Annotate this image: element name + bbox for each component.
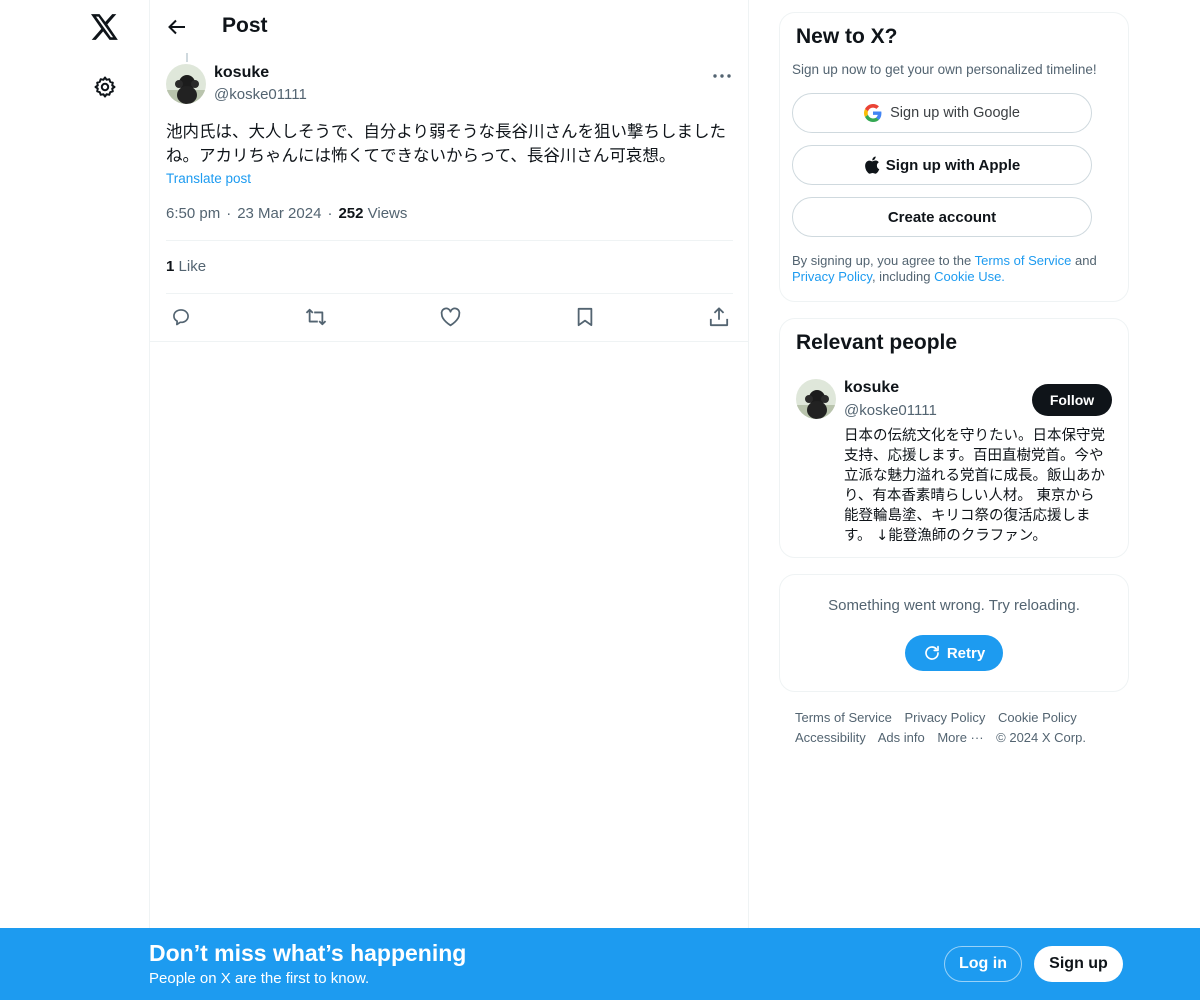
cookie-link[interactable]: Cookie Use. — [934, 269, 1005, 284]
arrow-left-icon — [168, 19, 185, 35]
post-text: 池内氏は、大人しそうで、自分より弱そうな長谷川さんを狙い撃ちしましたね。アカリち… — [166, 122, 727, 165]
main-column: Post kosuke @koske01111 池内氏は、大人しそうで、自分より… — [149, 0, 749, 1000]
views-count: 252 — [338, 205, 364, 222]
footer-link-more[interactable]: More ··· — [937, 730, 983, 745]
google-icon — [864, 104, 882, 122]
likes-count: 1 — [166, 258, 175, 275]
post-time[interactable]: 6:50 pm — [166, 205, 220, 222]
post-meta: 6:50 pm · 23 Mar 2024 · 252 Views — [166, 205, 407, 222]
bookmark-icon — [577, 307, 592, 327]
bookmark-button[interactable] — [570, 304, 600, 330]
bottom-bar-title: Don’t miss what’s happening — [149, 940, 467, 966]
footer-link-ads-info[interactable]: Ads info — [878, 730, 925, 745]
apple-button-label: Sign up with Apple — [885, 156, 1021, 174]
terms-link[interactable]: Terms of Service — [975, 253, 1072, 268]
google-button-label: Sign up with Google — [890, 105, 1020, 121]
translate-post-link[interactable]: Translate post — [166, 171, 251, 186]
repost-icon — [305, 308, 326, 326]
retry-label: Retry — [946, 644, 986, 662]
gear-icon[interactable] — [91, 73, 119, 101]
reply-button[interactable] — [166, 304, 196, 330]
retry-button[interactable]: Retry — [905, 635, 1003, 671]
back-button[interactable] — [162, 12, 192, 42]
like-button[interactable] — [435, 304, 465, 330]
avatar[interactable] — [796, 379, 836, 419]
divider — [166, 293, 733, 294]
signup-card: New to X? Sign up now to get your own pe… — [779, 12, 1129, 302]
author-name[interactable]: kosuke — [214, 64, 269, 82]
share-icon — [709, 307, 729, 327]
footer-link-cookie[interactable]: Cookie Policy — [998, 710, 1077, 725]
views-label: Views — [367, 205, 408, 222]
bottom-signup-bar: Don’t miss what’s happening People on X … — [0, 928, 1200, 1000]
reply-icon — [173, 309, 189, 326]
relevant-person-handle[interactable]: @koske01111 — [844, 402, 937, 419]
relevant-person-bio: 日本の伝統文化を守りたい。日本保守党支持、応援します。百田直樹党首。今や立派な魅… — [844, 428, 1105, 544]
error-message: Something went wrong. Try reloading. — [828, 597, 1080, 614]
privacy-link[interactable]: Privacy Policy — [792, 269, 872, 284]
page-title: Post — [222, 14, 268, 37]
bottom-bar-subtitle: People on X are the first to know. — [149, 970, 370, 987]
signup-card-subtitle: Sign up now to get your own personalized… — [792, 62, 1097, 77]
log-in-button[interactable]: Log in — [944, 946, 1022, 982]
post-date[interactable]: 23 Mar 2024 — [237, 205, 321, 222]
divider — [150, 341, 748, 342]
footer-copyright: © 2024 X Corp. — [996, 730, 1086, 745]
action-bar — [166, 304, 734, 330]
footer-links: Terms of Service Privacy Policy Cookie P… — [795, 708, 1115, 748]
legal-and: and — [1071, 253, 1097, 268]
divider — [166, 240, 733, 241]
share-button[interactable] — [704, 304, 734, 330]
relevant-people-title: Relevant people — [796, 331, 958, 354]
separator-dot: · — [327, 205, 333, 222]
top-bar: Post — [150, 0, 748, 53]
separator-dot: · — [226, 205, 232, 222]
follow-button[interactable]: Follow — [1032, 384, 1112, 416]
footer-link-terms[interactable]: Terms of Service — [795, 710, 892, 725]
legal-prefix: By signing up, you agree to the — [792, 253, 975, 268]
avatar[interactable] — [166, 64, 206, 104]
footer-link-privacy[interactable]: Privacy Policy — [904, 710, 985, 725]
legal-including: , including — [871, 269, 935, 284]
more-dots-icon[interactable] — [710, 66, 734, 86]
heart-icon — [440, 307, 460, 327]
signup-card-title: New to X? — [796, 25, 898, 48]
apple-icon — [864, 156, 880, 174]
thread-connector — [186, 53, 188, 62]
left-nav — [0, 0, 150, 1000]
sign-up-button[interactable]: Sign up — [1034, 946, 1123, 982]
repost-button[interactable] — [301, 304, 331, 330]
likes-label: Like — [178, 258, 207, 275]
signup-legal-text: By signing up, you agree to the Terms of… — [792, 253, 1122, 285]
x-logo-icon[interactable] — [89, 11, 121, 43]
trends-error-card: Something went wrong. Try reloading. Ret… — [779, 574, 1129, 692]
likes-summary[interactable]: 1 Like — [166, 258, 206, 275]
footer-link-accessibility[interactable]: Accessibility — [795, 730, 866, 745]
relevant-person-name[interactable]: kosuke — [844, 379, 899, 397]
sign-up-with-google-button[interactable]: Sign up with Google — [792, 93, 1092, 133]
author-handle[interactable]: @koske01111 — [214, 86, 307, 103]
create-account-button[interactable]: Create account — [792, 197, 1092, 237]
refresh-icon — [925, 645, 939, 660]
sign-up-with-apple-button[interactable]: Sign up with Apple — [792, 145, 1092, 185]
relevant-people-card: Relevant people kosuke @koske01111 Follo… — [779, 318, 1129, 558]
